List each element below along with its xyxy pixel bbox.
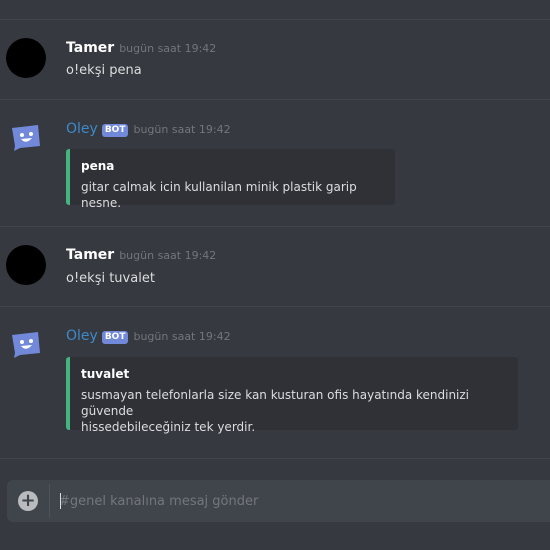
message-divider xyxy=(0,226,550,227)
message-composer: + xyxy=(7,480,550,522)
embed-description-line: susmayan telefonlarla size kan kusturan … xyxy=(81,388,470,418)
embed: tuvalet susmayan telefonlarla size kan k… xyxy=(66,357,518,434)
message-header: Oley BOT bugün saat 19:42 xyxy=(66,121,231,138)
bot-username[interactable]: Oley xyxy=(66,121,98,137)
message-header: Tamer bugün saat 19:42 xyxy=(66,247,216,263)
message-divider xyxy=(0,458,550,459)
timestamp: bugün saat 19:42 xyxy=(119,249,217,262)
plus-circle-icon[interactable]: + xyxy=(18,491,38,511)
bot-username[interactable]: Oley xyxy=(66,328,98,344)
timestamp: bugün saat 19:42 xyxy=(133,123,231,136)
message-divider xyxy=(0,19,550,20)
bot-avatar-icon[interactable] xyxy=(10,331,42,359)
chat-window: Tamer bugün saat 19:42 o!ekşi pena Oley … xyxy=(0,0,550,550)
bot-badge: BOT xyxy=(101,331,129,344)
message-header: Oley BOT bugün saat 19:42 xyxy=(66,328,231,345)
avatar[interactable] xyxy=(6,245,46,285)
timestamp: bugün saat 19:42 xyxy=(133,330,231,343)
message-header: Tamer bugün saat 19:42 xyxy=(66,40,216,56)
timestamp: bugün saat 19:42 xyxy=(119,42,217,55)
embed-title: pena xyxy=(81,159,115,173)
composer-divider xyxy=(49,484,50,518)
message-divider xyxy=(0,99,550,100)
bot-badge: BOT xyxy=(101,124,129,137)
message-text: o!ekşi pena xyxy=(66,63,142,78)
avatar[interactable] xyxy=(6,38,46,78)
bot-avatar-icon[interactable] xyxy=(10,124,42,152)
embed-description-line: hissedebileceğiniz tek yerdir. xyxy=(81,420,256,434)
message-input[interactable] xyxy=(59,480,549,522)
embed-description: gitar calmak icin kullanilan minik plast… xyxy=(81,180,357,210)
message-divider xyxy=(0,306,550,307)
embed-title: tuvalet xyxy=(81,367,130,381)
message-text: o!ekşi tuvalet xyxy=(66,271,155,286)
text-caret xyxy=(60,493,61,509)
embed: pena gitar calmak icin kullanilan minik … xyxy=(66,149,395,210)
username[interactable]: Tamer xyxy=(66,247,114,263)
username[interactable]: Tamer xyxy=(66,40,114,56)
